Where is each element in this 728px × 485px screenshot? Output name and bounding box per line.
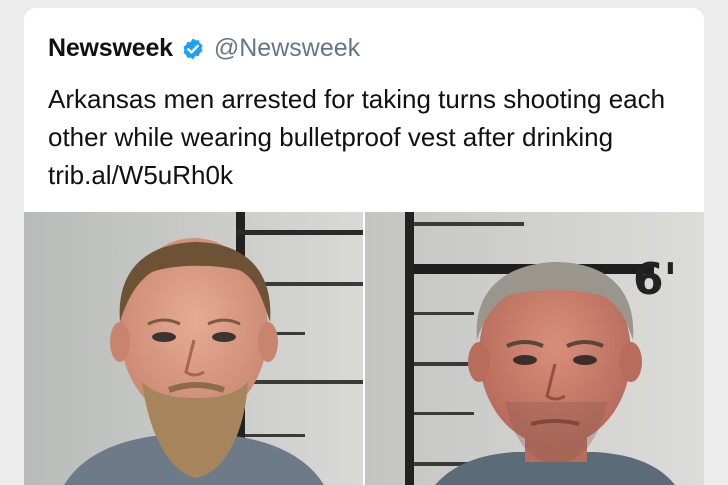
tweet-media[interactable]: 6'	[24, 212, 704, 485]
display-name[interactable]: Newsweek	[48, 34, 173, 63]
tweet-header: Newsweek @Newsweek	[48, 34, 360, 63]
height-marker: 6'	[633, 254, 677, 305]
verified-badge-icon	[181, 37, 205, 61]
user-handle[interactable]: @Newsweek	[214, 34, 360, 63]
tweet-card: Newsweek @Newsweek Arkansas men arrested…	[24, 8, 704, 485]
mugshot-right[interactable]: 6'	[365, 212, 704, 485]
tweet-text: Arkansas men arrested for taking turns s…	[48, 84, 666, 190]
mugshot-left[interactable]	[24, 212, 363, 485]
